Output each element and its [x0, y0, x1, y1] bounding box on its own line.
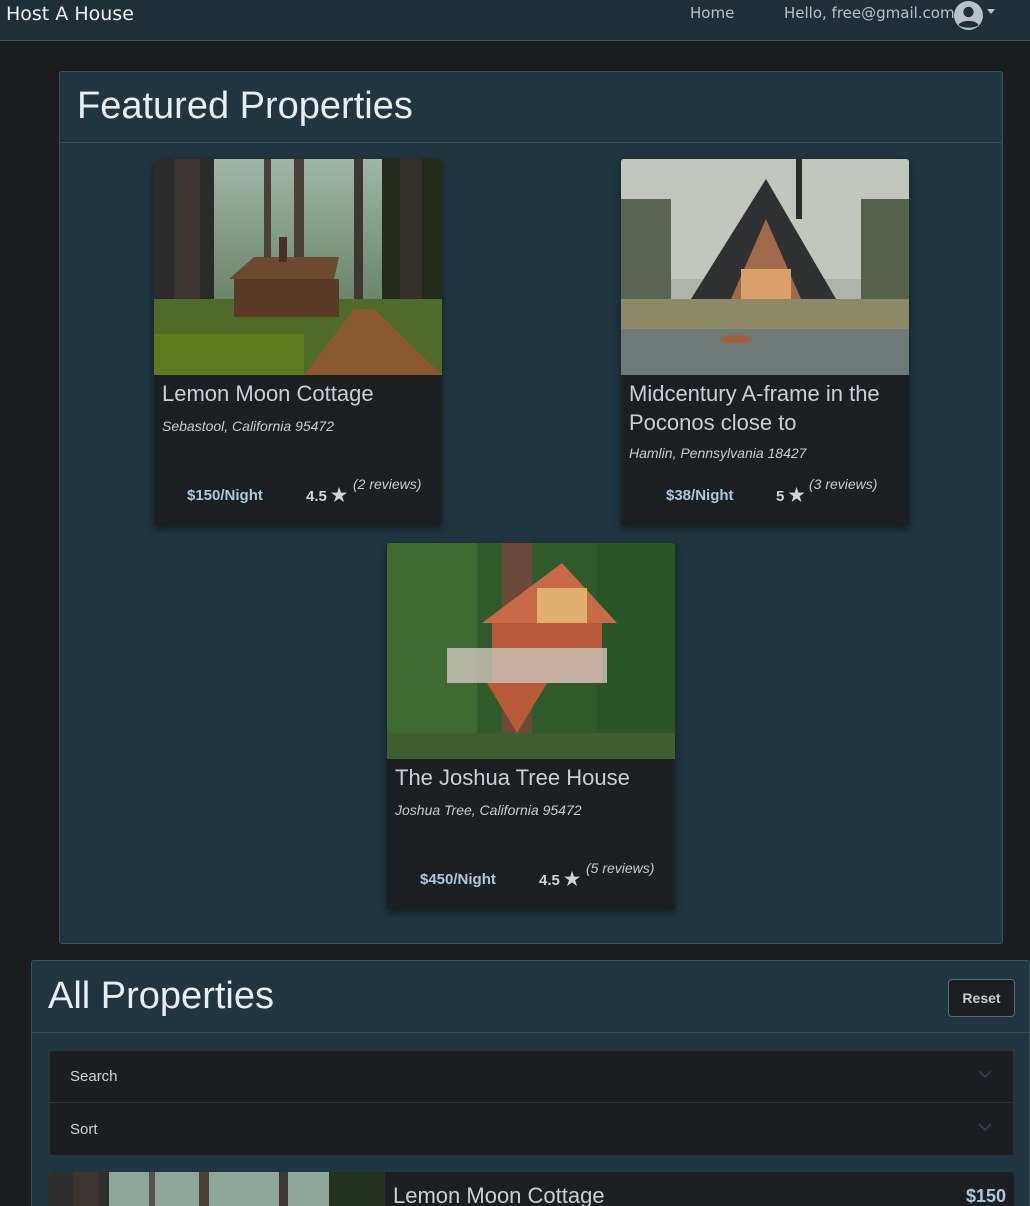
property-card[interactable]: Midcentury A-frame in the Poconos close …	[621, 159, 909, 526]
property-list-item[interactable]: Lemon Moon Cottage $150	[49, 1172, 1014, 1206]
accordion-label: Search	[70, 1068, 118, 1085]
star-icon: ★	[564, 869, 581, 889]
star-icon: ★	[331, 485, 348, 505]
accordion-sort[interactable]: Sort	[50, 1104, 1013, 1156]
card-reviews: (3 reviews)	[809, 476, 878, 492]
list-item-price: $150	[965, 1186, 1006, 1206]
a-frame-lakehouse-image[interactable]	[621, 159, 909, 375]
property-card[interactable]: Lemon Moon Cottage Sebastool, California…	[154, 159, 442, 526]
featured-header: Featured Properties	[60, 72, 1002, 143]
rating-value: 4.5	[539, 872, 560, 889]
user-circle-icon[interactable]	[953, 0, 984, 31]
card-location: Hamlin, Pennsylvania 18427	[629, 445, 807, 461]
forest-cabin-image[interactable]	[49, 1172, 385, 1206]
brand-logo[interactable]: Host A House	[6, 2, 134, 26]
card-rating: 4.5 ★	[539, 868, 580, 892]
navbar: Host A House Home Hello, free@gmail.com	[0, 0, 1030, 41]
card-location: Sebastool, California 95472	[162, 418, 335, 434]
rating-value: 5	[776, 488, 785, 505]
card-rating: 5 ★	[776, 484, 805, 508]
card-title[interactable]: The Joshua Tree House	[395, 763, 670, 792]
card-reviews: (2 reviews)	[353, 476, 422, 492]
treehouse-image[interactable]	[387, 543, 675, 759]
all-properties-header: All Properties Reset	[32, 961, 1029, 1033]
user-greeting[interactable]: Hello, free@gmail.com	[784, 3, 955, 23]
card-price: $450/Night	[420, 871, 496, 888]
card-price: $150/Night	[187, 487, 263, 504]
star-icon: ★	[788, 485, 805, 505]
forest-cabin-image[interactable]	[154, 159, 442, 375]
all-properties-panel: All Properties Reset Search Sort Lemon M…	[31, 960, 1030, 1206]
property-card[interactable]: The Joshua Tree House Joshua Tree, Calif…	[387, 543, 675, 910]
filter-accordion: Search Sort	[49, 1050, 1014, 1156]
card-rating: 4.5 ★	[306, 484, 347, 508]
card-title[interactable]: Midcentury A-frame in the Poconos close …	[629, 379, 904, 437]
all-properties-title: All Properties	[48, 975, 274, 1017]
card-price: $38/Night	[666, 487, 734, 504]
nav-home-link[interactable]: Home	[690, 3, 734, 23]
chevron-down-icon	[978, 1070, 992, 1079]
card-location: Joshua Tree, California 95472	[395, 802, 582, 818]
accordion-search[interactable]: Search	[50, 1051, 1013, 1103]
list-item-title[interactable]: Lemon Moon Cottage	[393, 1182, 605, 1206]
card-title[interactable]: Lemon Moon Cottage	[162, 379, 437, 408]
chevron-down-icon	[978, 1123, 992, 1132]
card-reviews: (5 reviews)	[586, 860, 655, 876]
featured-panel: Featured Properties Lemon Moon Cottage S…	[59, 71, 1003, 944]
accordion-label: Sort	[70, 1121, 98, 1138]
featured-title: Featured Properties	[77, 85, 413, 127]
rating-value: 4.5	[306, 488, 327, 505]
caret-down-icon[interactable]	[987, 9, 995, 14]
reset-button[interactable]: Reset	[948, 979, 1015, 1017]
